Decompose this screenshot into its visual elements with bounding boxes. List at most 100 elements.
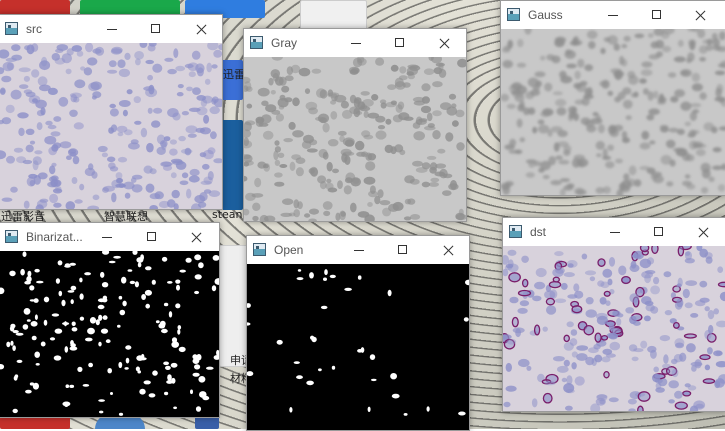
cell-blob bbox=[148, 108, 153, 114]
window-gray[interactable]: Gray bbox=[243, 28, 467, 222]
cell-blob bbox=[177, 329, 180, 335]
app-icon bbox=[507, 8, 520, 21]
cell-blob bbox=[673, 148, 685, 152]
maximize-button[interactable] bbox=[139, 227, 165, 247]
cell-blob bbox=[356, 111, 362, 115]
minimize-button[interactable] bbox=[602, 222, 628, 242]
window-gauss[interactable]: Gauss bbox=[500, 0, 725, 196]
close-button[interactable] bbox=[183, 227, 209, 247]
minimize-button[interactable] bbox=[346, 240, 372, 260]
title-bar[interactable]: src bbox=[0, 15, 222, 43]
cell-blob bbox=[573, 113, 579, 121]
maximize-button[interactable] bbox=[390, 240, 416, 260]
title-bar[interactable]: Binarizat... bbox=[0, 223, 219, 251]
cell-blob bbox=[98, 315, 102, 321]
cell-blob bbox=[614, 43, 621, 50]
cell-blob bbox=[422, 162, 431, 169]
cell-blob bbox=[59, 291, 63, 297]
cell-blob bbox=[685, 174, 691, 178]
minimize-button[interactable] bbox=[600, 5, 626, 25]
minimize-button[interactable] bbox=[94, 227, 120, 247]
cell-blob bbox=[608, 91, 614, 96]
cell-blob bbox=[134, 121, 141, 125]
cell-blob bbox=[596, 141, 605, 150]
cell-blob bbox=[274, 140, 279, 146]
close-button[interactable] bbox=[435, 240, 461, 260]
cell-blob bbox=[9, 271, 15, 277]
desktop-app-tile-steam[interactable] bbox=[221, 120, 243, 210]
cell-blob bbox=[509, 139, 516, 147]
cell-blob bbox=[573, 283, 579, 291]
maximize-button[interactable] bbox=[143, 19, 169, 39]
cell-blob bbox=[194, 195, 205, 203]
minimize-button[interactable] bbox=[99, 19, 125, 39]
cell-blob bbox=[536, 268, 547, 277]
cell-blob bbox=[344, 288, 352, 291]
cell-blob bbox=[602, 156, 611, 160]
cell-blob bbox=[45, 121, 52, 126]
cell-blob bbox=[555, 155, 562, 160]
cell-blob bbox=[165, 366, 171, 370]
cell-blob bbox=[189, 108, 201, 112]
cell-blob bbox=[388, 204, 399, 212]
cell-blob bbox=[34, 150, 42, 154]
cell-blob bbox=[363, 135, 373, 140]
window-title: src bbox=[26, 22, 42, 36]
cell-blob bbox=[715, 71, 725, 76]
cell-blob bbox=[583, 94, 594, 99]
window-src[interactable]: src bbox=[0, 14, 223, 210]
cell-blob bbox=[24, 201, 30, 209]
cell-blob bbox=[321, 306, 328, 309]
close-button[interactable] bbox=[188, 19, 214, 39]
cell-blob bbox=[72, 327, 78, 331]
cell-blob bbox=[440, 102, 451, 110]
title-bar[interactable]: dst bbox=[503, 218, 725, 246]
maximize-button[interactable] bbox=[646, 222, 672, 242]
close-button[interactable] bbox=[687, 5, 713, 25]
close-button[interactable] bbox=[431, 33, 457, 53]
cell-blob bbox=[83, 384, 90, 387]
cell-blob bbox=[623, 173, 629, 180]
title-bar[interactable]: Open bbox=[247, 236, 469, 264]
cell-blob bbox=[518, 359, 530, 367]
cell-blob bbox=[408, 74, 415, 79]
desktop-app-tile-mid[interactable] bbox=[219, 245, 249, 367]
cell-blob bbox=[29, 285, 34, 290]
cell-blob bbox=[595, 333, 601, 342]
close-button[interactable] bbox=[690, 222, 716, 242]
cell-blob bbox=[690, 313, 698, 318]
cell-blob bbox=[715, 378, 725, 388]
cell-blob bbox=[31, 69, 39, 77]
title-bar[interactable]: Gray bbox=[244, 29, 466, 57]
desktop-label-xunlei-right[interactable]: 迅雷 bbox=[223, 66, 245, 82]
window-binarization[interactable]: Binarizat... bbox=[0, 222, 220, 418]
cell-blob bbox=[337, 180, 343, 189]
cell-blob bbox=[509, 273, 520, 282]
cell-blob bbox=[713, 308, 719, 314]
cell-blob bbox=[680, 69, 692, 77]
maximize-button[interactable] bbox=[387, 33, 413, 53]
minimize-button[interactable] bbox=[343, 33, 369, 53]
cell-blob bbox=[212, 64, 218, 68]
cell-blob bbox=[17, 112, 28, 118]
cell-blob bbox=[692, 83, 703, 91]
cell-blob bbox=[88, 163, 93, 170]
cell-blob bbox=[554, 251, 563, 256]
window-open[interactable]: Open bbox=[246, 235, 470, 431]
cell-blob bbox=[706, 256, 713, 263]
cell-blob bbox=[519, 291, 531, 296]
cell-blob bbox=[586, 297, 594, 304]
title-bar[interactable]: Gauss bbox=[501, 1, 725, 29]
maximize-button[interactable] bbox=[644, 5, 670, 25]
cell-blob bbox=[385, 145, 394, 153]
cell-blob bbox=[409, 65, 420, 71]
cell-blob bbox=[575, 376, 585, 385]
desktop-app-tile-white[interactable] bbox=[300, 0, 367, 30]
cell-blob bbox=[563, 145, 571, 153]
cell-blob bbox=[277, 340, 283, 345]
window-dst[interactable]: dst bbox=[502, 217, 725, 412]
cell-blob bbox=[1, 76, 11, 83]
cell-blob bbox=[198, 262, 204, 268]
cell-blob bbox=[145, 290, 152, 296]
cell-blob bbox=[365, 153, 372, 161]
